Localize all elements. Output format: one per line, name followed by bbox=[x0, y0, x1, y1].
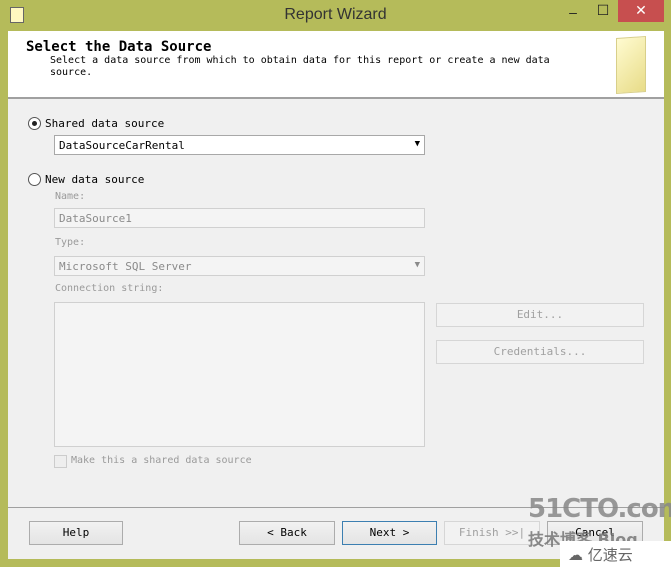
name-input[interactable]: DataSource1 bbox=[54, 208, 425, 228]
document-icon bbox=[616, 35, 646, 95]
page-title: Select the Data Source bbox=[26, 39, 212, 55]
wizard-header: Select the Data Source Select a data sou… bbox=[8, 31, 664, 99]
chevron-down-icon: ▼ bbox=[414, 139, 420, 149]
name-label: Name: bbox=[55, 191, 86, 202]
cloud-icon: ☁ bbox=[568, 546, 583, 564]
watermark-yisu: ☁ 亿速云 bbox=[560, 541, 671, 567]
next-button[interactable]: Next > bbox=[342, 521, 437, 545]
watermark-yisu-text: 亿速云 bbox=[587, 546, 633, 564]
shared-data-source-select[interactable]: DataSourceCarRental ▼ bbox=[54, 135, 425, 155]
shared-data-source-value: DataSourceCarRental bbox=[59, 139, 185, 152]
type-label: Type: bbox=[55, 237, 86, 248]
finish-button[interactable]: Finish >>| bbox=[444, 521, 540, 545]
credentials-button[interactable]: Credentials... bbox=[436, 340, 644, 364]
back-button[interactable]: < Back bbox=[239, 521, 335, 545]
watermark-51cto: 51CTO.com bbox=[528, 494, 671, 524]
new-data-source-label[interactable]: New data source bbox=[45, 173, 144, 186]
type-value: Microsoft SQL Server bbox=[59, 260, 192, 273]
new-data-source-radio[interactable] bbox=[28, 173, 41, 186]
shared-data-source-radio[interactable] bbox=[28, 117, 41, 130]
chevron-down-icon: ▼ bbox=[414, 260, 420, 270]
type-select[interactable]: Microsoft SQL Server ▼ bbox=[54, 256, 425, 276]
connection-string-label: Connection string: bbox=[55, 283, 164, 294]
help-button[interactable]: Help bbox=[29, 521, 123, 545]
title-bar: Report Wizard – ☐ ✕ bbox=[0, 0, 671, 30]
minimize-button[interactable]: – bbox=[560, 4, 586, 26]
wizard-body: Select the Data Source Select a data sou… bbox=[8, 31, 664, 559]
edit-button[interactable]: Edit... bbox=[436, 303, 644, 327]
close-button[interactable]: ✕ bbox=[618, 0, 664, 22]
make-shared-label[interactable]: Make this a shared data source bbox=[71, 455, 252, 466]
make-shared-checkbox[interactable] bbox=[54, 455, 67, 468]
connection-string-input[interactable] bbox=[54, 302, 425, 447]
shared-data-source-label[interactable]: Shared data source bbox=[45, 117, 164, 130]
page-description: Select a data source from which to obtai… bbox=[50, 55, 550, 78]
maximize-button[interactable]: ☐ bbox=[590, 2, 616, 24]
